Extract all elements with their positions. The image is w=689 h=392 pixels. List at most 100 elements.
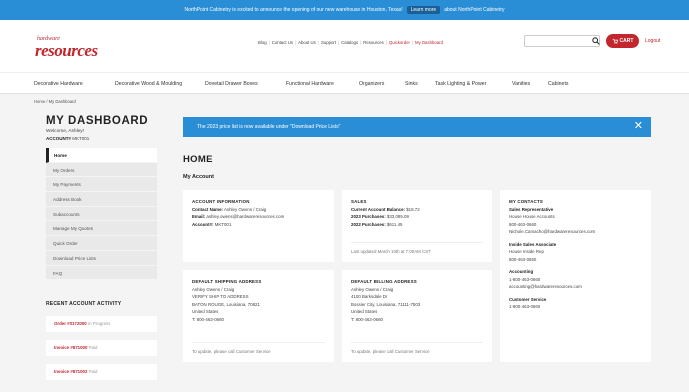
recent-activity-status: In Progress: [87, 321, 111, 326]
card-title: DEFAULT BILLING ADDRESS: [351, 279, 417, 284]
sidebar-item-faq[interactable]: FAQ: [46, 266, 157, 281]
nav-organizers[interactable]: Organizers: [359, 81, 384, 87]
purchases-2022-value: $611.45: [386, 221, 403, 227]
recent-activity-item[interactable]: Invoice #871002 Paid: [46, 364, 157, 380]
nav-functional-hardware[interactable]: Functional Hardware: [286, 81, 334, 87]
nav-cabinets[interactable]: Cabinets: [548, 81, 568, 87]
logout-link[interactable]: Logout: [645, 38, 660, 44]
top-link-support[interactable]: Support: [321, 40, 336, 45]
sidebar-item-my-orders[interactable]: My Orders: [46, 163, 157, 178]
email-value: ashley.owens@hardwareresources.com: [206, 214, 285, 219]
main-nav: Decorative Hardware Decorative Wood & Mo…: [0, 72, 689, 94]
address-line: Ashley Owens / Craig: [351, 286, 394, 292]
sales-updated-text: Last updated March 10th at 7:00AM CST: [351, 248, 431, 254]
announcement-bar: NorthPoint Cabinetry is excited to annou…: [0, 0, 689, 20]
top-link-quickorder[interactable]: Quickorder: [389, 40, 410, 45]
contact-email[interactable]: accounting@hardwareresources.com: [509, 283, 642, 291]
contact-phone[interactable]: 1-800-463-0660: [509, 276, 642, 284]
purchases-2022-label: 2022 Purchases:: [351, 221, 386, 227]
sidebar-item-home[interactable]: Home: [46, 148, 157, 163]
recent-activity-status: Paid: [88, 345, 98, 350]
contact-heading: Customer Service: [509, 296, 547, 302]
top-link-about[interactable]: About Us: [298, 40, 316, 45]
contact-heading: Accounting: [509, 269, 534, 274]
sidebar-item-manage-quotes[interactable]: Manage My Quotes: [46, 221, 157, 237]
page-title: HOME: [183, 154, 213, 165]
nav-decorative-wood[interactable]: Decorative Wood & Moulding: [115, 81, 182, 87]
recent-activity-title: RECENT ACCOUNT ACTIVITY: [46, 301, 122, 307]
top-link-contact[interactable]: Contact Us: [272, 40, 293, 45]
top-link-blog[interactable]: Blog: [258, 40, 267, 45]
address-line: VERIFY SHIP TO ADDRESS: [192, 294, 249, 299]
address-line: Bossier City, Louisiana, 71111-7503: [351, 301, 421, 307]
email-label: Email:: [192, 214, 206, 219]
close-icon[interactable]: ✕: [634, 121, 643, 132]
default-billing-card: DEFAULT BILLING ADDRESS Ashley Owens / C…: [342, 270, 492, 362]
recent-activity-label: Order #0172000: [54, 321, 87, 326]
account-number-value: MKT001: [72, 136, 90, 141]
utility-links: Blog | Contact Us | About Us | Support | Cat…: [258, 40, 443, 45]
account-number-label: ACCOUNT#: [46, 136, 72, 141]
sidebar-item-my-payments[interactable]: My Payments: [46, 177, 157, 193]
sidebar-item-price-lists[interactable]: Download Price Lists: [46, 251, 157, 266]
recent-activity-label: Invoice #871002: [54, 369, 88, 374]
address-line: BATON ROUGE, Louisiana, 70821: [192, 301, 260, 307]
sidebar-item-subaccounts[interactable]: Subaccounts: [46, 207, 157, 222]
account-label: Account#:: [192, 221, 214, 227]
site-logo[interactable]: hardware resources: [35, 36, 98, 59]
address-phone: T: 800-463-0660: [351, 316, 383, 322]
contact-email[interactable]: Nichole.Camacho@hardwareresources.com: [509, 228, 642, 236]
contact-line: House House Accounts: [509, 214, 555, 219]
price-list-notice: The 2023 price list is now available und…: [183, 117, 651, 137]
contact-phone[interactable]: 800-463-0660: [509, 256, 642, 264]
top-link-dashboard[interactable]: My Dashboard: [415, 40, 443, 45]
account-value: MKT001: [214, 221, 232, 227]
search-icon[interactable]: [592, 37, 600, 45]
site-header: hardware resources Blog | Contact Us | Abo…: [0, 20, 689, 72]
nav-decorative-hardware[interactable]: Decorative Hardware: [34, 81, 83, 87]
nav-sinks[interactable]: Sinks: [405, 81, 418, 87]
top-link-catalogs[interactable]: Catalogs: [341, 40, 358, 45]
top-link-resources[interactable]: Resources: [363, 40, 384, 45]
announcement-text-after: about NorthPoint Cabinetry: [444, 7, 505, 13]
balance-value: $18.72: [406, 206, 420, 212]
nav-dovetail-drawer-boxes[interactable]: Dovetail Drawer Boxes: [205, 81, 258, 87]
cart-button[interactable]: CART: [606, 34, 639, 48]
address-line: United States: [351, 309, 378, 314]
contact-heading: Sales Representative: [509, 206, 554, 212]
cart-label: CART: [619, 38, 634, 44]
breadcrumb[interactable]: Home / My Dashboard: [34, 99, 76, 104]
sidebar-item-quick-order[interactable]: Quick Order: [46, 236, 157, 251]
card-title: DEFAULT SHIPPING ADDRESS: [192, 279, 262, 284]
recent-activity-label: Invoice #871000: [54, 345, 88, 350]
default-shipping-card: DEFAULT SHIPPING ADDRESS Ashley Owens / …: [183, 270, 334, 362]
contact-line: House Inside Rep: [509, 249, 544, 254]
address-line: United States: [192, 309, 219, 314]
my-contacts-card: MY CONTACTS Sales Representative House H…: [500, 190, 651, 362]
purchases-2023-label: 2023 Purchases:: [351, 214, 386, 219]
contact-name-label: Contact Name:: [192, 206, 223, 212]
contact-phone[interactable]: 1-800-463-0660: [509, 303, 642, 311]
address-line: Ashley Owens / Craig: [192, 286, 235, 292]
recent-activity-status: Paid: [88, 369, 98, 374]
nav-vanities[interactable]: Vanities: [512, 81, 530, 87]
dashboard-title: MY DASHBOARD: [46, 115, 149, 127]
announcement-text: NorthPoint Cabinetry is excited to annou…: [184, 7, 403, 13]
search-input[interactable]: [524, 35, 600, 47]
cart-icon: [612, 38, 618, 44]
sidebar-item-address-book[interactable]: Address Book: [46, 192, 157, 207]
notice-text: The 2023 price list is now available und…: [197, 124, 341, 130]
account-number: ACCOUNT# MKT001: [46, 136, 89, 141]
recent-activity-item[interactable]: Invoice #871000 Paid: [46, 340, 157, 356]
card-title: MY CONTACTS: [509, 199, 543, 204]
address-line: 4100 Barksdale Dr: [351, 294, 388, 299]
announcement-learn-more-link[interactable]: Learn more: [406, 6, 441, 14]
logo-big-text: resources: [35, 41, 98, 60]
contact-phone[interactable]: 800-463-0660: [509, 221, 642, 229]
address-phone: T: 800-463-0660: [192, 316, 224, 322]
section-title: My Account: [183, 174, 214, 180]
recent-activity-item[interactable]: Order #0172000 In Progress: [46, 316, 157, 332]
sales-card: SALES Current Account Balance: $18.72 20…: [342, 190, 492, 262]
nav-task-lighting[interactable]: Task Lighting & Power: [435, 81, 486, 87]
purchases-2023-value: $33,095.09: [386, 214, 409, 219]
